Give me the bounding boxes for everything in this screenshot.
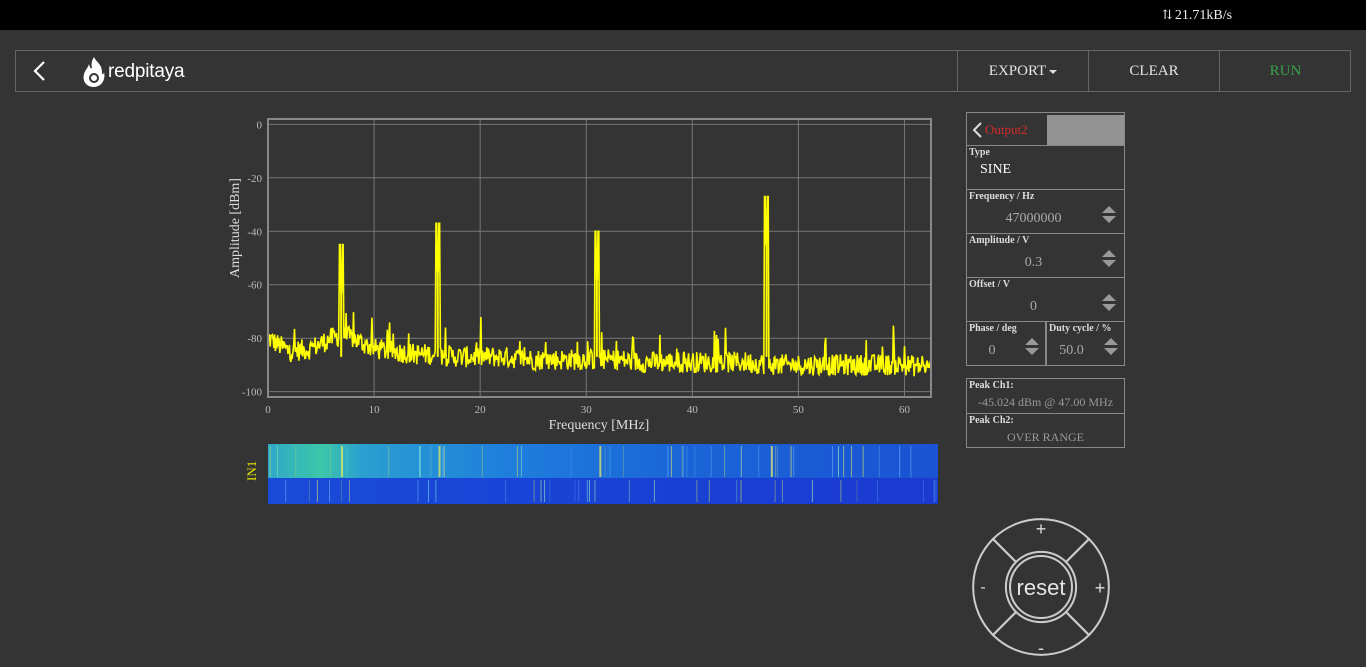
spectrum-chart[interactable]: 0 10 20 30 40 50 60 0 -20 -40 -60 -80 -100 Frequency…	[222, 112, 942, 437]
redpitaya-logo[interactable]: redpitaya	[82, 56, 185, 88]
logo-text: redpitaya	[108, 61, 185, 82]
duty-cycle-stepper[interactable]	[1104, 338, 1118, 358]
export-label: EXPORT	[988, 63, 1047, 79]
phase-stepper[interactable]	[1025, 338, 1039, 358]
output-header: Output2	[966, 112, 1125, 146]
phase-input[interactable]: 0	[967, 343, 1017, 359]
offset-input[interactable]: 0	[967, 299, 1100, 315]
network-speed: ⇅ 21.71kB/s	[1162, 7, 1232, 24]
app-header: redpitaya EXPORT CLEAR RUN	[15, 50, 1351, 92]
x-tick-label: 40	[687, 404, 699, 416]
frequency-input[interactable]: 47000000	[967, 211, 1100, 227]
chevron-left-icon	[972, 122, 982, 138]
phase-label: Phase / deg	[969, 323, 1017, 334]
amplitude-label: Amplitude / V	[969, 235, 1030, 246]
x-tick-label: 10	[369, 404, 381, 416]
offset-field: Offset / V 0	[966, 278, 1125, 322]
down-minus-label: -	[1038, 638, 1044, 658]
navigation-dpad: reset + - - +	[966, 512, 1116, 662]
y-tick-label: -20	[247, 173, 262, 185]
x-tick-label: 50	[793, 404, 805, 416]
network-speed-value: 21.71kB/s	[1174, 8, 1233, 23]
phase-field: Phase / deg 0	[966, 322, 1046, 366]
output2-label: Output2	[985, 122, 1028, 137]
chevron-left-icon	[33, 61, 45, 81]
peak-ch2-value: OVER RANGE	[1007, 430, 1084, 444]
waterfall-svg	[268, 444, 938, 504]
spectrum-line	[267, 195, 932, 378]
y-tick-label: -40	[247, 226, 262, 238]
output2-tab[interactable]: Output2	[967, 113, 1047, 146]
offset-stepper[interactable]	[1102, 294, 1116, 314]
y-tick-label: 0	[257, 119, 263, 131]
caret-down-icon	[1049, 69, 1058, 74]
y-axis-label: Amplitude [dBm]	[228, 178, 243, 278]
type-field[interactable]: Type SINE	[966, 146, 1125, 190]
run-label: RUN	[1269, 63, 1302, 79]
spectrum-svg: 0 10 20 30 40 50 60 0 -20 -40 -60 -80 -100 Frequency…	[228, 118, 932, 433]
peak-readout: Peak Ch1: -45.024 dBm @ 47.00 MHz Peak C…	[966, 378, 1125, 448]
peak-ch1-value: -45.024 dBm @ 47.00 MHz	[977, 395, 1114, 409]
flame-logo-icon	[83, 57, 105, 87]
output-toggle[interactable]	[1047, 115, 1124, 145]
spectrum-trace	[267, 195, 932, 378]
frequency-stepper[interactable]	[1102, 206, 1116, 226]
offset-label: Offset / V	[969, 279, 1010, 290]
clear-button[interactable]: CLEAR	[1088, 51, 1219, 91]
frequency-label: Frequency / Hz	[969, 191, 1035, 202]
x-tick-label: 0	[265, 404, 271, 416]
amplitude-input[interactable]: 0.3	[967, 255, 1100, 271]
peak-ch2-label: Peak Ch2:	[969, 415, 1014, 426]
run-button[interactable]: RUN	[1219, 51, 1351, 91]
amplitude-field: Amplitude / V 0.3	[966, 234, 1125, 278]
clear-label: CLEAR	[1129, 63, 1179, 79]
export-menu-button[interactable]: EXPORT	[957, 51, 1088, 91]
x-axis-label: Frequency [MHz]	[549, 418, 650, 433]
reset-label: reset	[1017, 575, 1066, 600]
x-tick-label: 20	[475, 404, 487, 416]
left-minus-label: -	[980, 579, 985, 596]
amplitude-stepper[interactable]	[1102, 250, 1116, 270]
duty-cycle-input[interactable]: 50.0	[1047, 343, 1096, 359]
status-bar: ⇅ 21.71kB/s	[0, 0, 1366, 30]
peak-ch1-label: Peak Ch1:	[969, 380, 1014, 391]
up-plus-label: +	[1036, 519, 1047, 539]
y-tick-label: -60	[247, 280, 262, 292]
transfer-arrows-icon: ⇅	[1162, 7, 1173, 22]
y-tick-label: -80	[247, 333, 262, 345]
type-value[interactable]: SINE	[980, 162, 1100, 178]
duty-cycle-field: Duty cycle / % 50.0	[1046, 322, 1125, 366]
type-label: Type	[969, 147, 990, 158]
right-plus-label: +	[1095, 578, 1106, 598]
back-button[interactable]	[24, 56, 54, 86]
x-tick-label: 30	[581, 404, 593, 416]
frequency-field: Frequency / Hz 47000000	[966, 190, 1125, 234]
duty-cycle-label: Duty cycle / %	[1049, 323, 1112, 334]
x-tick-label: 60	[899, 404, 911, 416]
waterfall-display	[240, 444, 940, 506]
y-tick-label: -100	[242, 387, 263, 399]
